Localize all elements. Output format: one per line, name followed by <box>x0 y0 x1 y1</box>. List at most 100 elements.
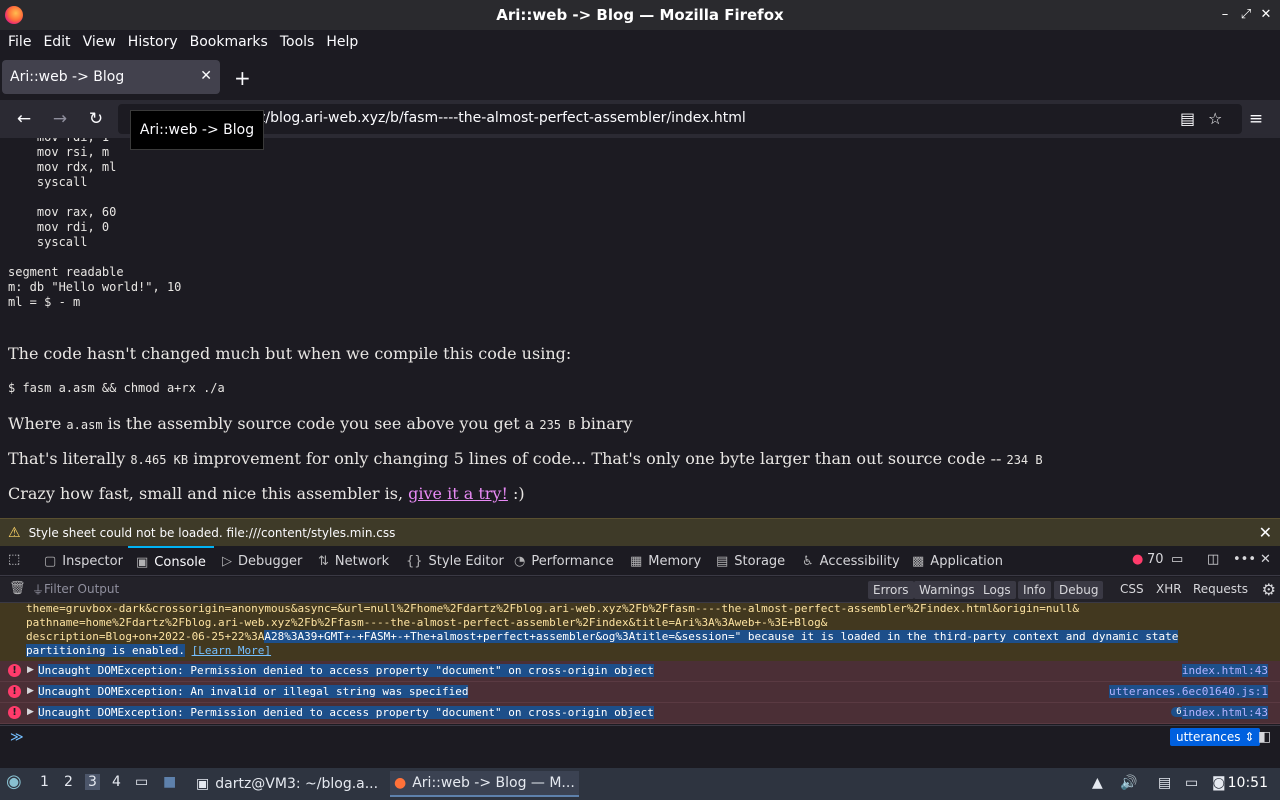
new-tab-icon[interactable]: + <box>234 66 251 90</box>
warning-line: description=Blog+on+2022-06-25+22%3AA28%… <box>26 630 1179 643</box>
inspector-icon: ▢ <box>44 553 57 569</box>
app-menu-icon[interactable]: ≡ <box>1246 109 1266 129</box>
filter-logs-button[interactable]: Logs <box>978 581 1016 599</box>
error-source-link[interactable]: utterances.6ec01640.js:1 <box>1109 685 1268 698</box>
warning-icon: ⚠ <box>8 524 21 541</box>
console-error-row[interactable]: ! ▶ Uncaught DOMException: Permission de… <box>0 703 1280 724</box>
tab-inspector[interactable]: ▢ Inspector <box>44 546 123 576</box>
paragraph-1: The code hasn't changed much but when we… <box>8 344 572 363</box>
p3-text-a: That's literally <box>8 449 131 468</box>
filter-warnings-button[interactable]: Warnings <box>914 581 980 599</box>
menu-tools[interactable]: Tools <box>274 34 321 50</box>
error-text: Uncaught DOMException: Permission denied… <box>38 706 654 719</box>
error-source-link[interactable]: index.html:43 <box>1181 664 1268 677</box>
notifications-icon[interactable]: ◙ <box>1212 775 1226 791</box>
application-icon: ▩ <box>912 553 925 569</box>
filter-css-button[interactable]: CSS <box>1120 582 1144 596</box>
warning-line-selected: partitioning is enabled. <box>26 644 185 657</box>
close-icon[interactable]: ✕ <box>1256 5 1276 25</box>
file-manager-icon[interactable]: ▭ <box>135 774 148 790</box>
tab-style-editor[interactable]: {} Style Editor <box>406 546 504 576</box>
workspace-2[interactable]: 2 <box>64 774 73 790</box>
clipboard-icon[interactable]: ▤ <box>1158 775 1171 791</box>
paragraph-3: That's literally 8.465 KB improvement fo… <box>8 449 1043 468</box>
error-icon: ! <box>8 685 21 698</box>
filter-input[interactable]: Filter Output <box>44 582 119 596</box>
filter-errors-button[interactable]: Errors <box>868 581 914 599</box>
more-options-icon[interactable]: ••• <box>1233 552 1256 567</box>
debugger-icon: ▷ <box>222 553 232 569</box>
menu-bookmarks[interactable]: Bookmarks <box>184 34 274 50</box>
filter-xhr-button[interactable]: XHR <box>1156 582 1182 596</box>
clear-console-icon[interactable]: 🗑 <box>9 581 26 596</box>
workspace-4[interactable]: 4 <box>112 774 121 790</box>
network-icon: ⇅ <box>318 553 329 569</box>
forward-icon[interactable]: → <box>50 109 70 129</box>
clock: 10:51 <box>1227 775 1268 791</box>
url-bar[interactable]: z/blog.ari-web.xyz/b/fasm----the-almost-… <box>118 104 1242 134</box>
tab-network[interactable]: ⇅ Network <box>318 546 389 576</box>
command-line: $ fasm a.asm && chmod a+rx ./a <box>8 381 225 395</box>
give-it-a-try-link[interactable]: give it a try! <box>408 484 508 503</box>
tray-up-icon[interactable]: ▲ <box>1092 775 1103 791</box>
dock-options-icon[interactable]: ◫ <box>1207 552 1219 567</box>
performance-icon: ◔ <box>514 553 526 569</box>
menu-view[interactable]: View <box>77 34 122 50</box>
terminal-icon: ▣ <box>196 776 210 792</box>
warning-line: theme=gruvbox-dark&crossorigin=anonymous… <box>26 603 1079 615</box>
error-count-icon[interactable]: ● <box>1132 552 1143 567</box>
browser-task[interactable]: ● Ari::web -> Blog — M... <box>390 771 579 797</box>
console-input[interactable]: ≫ utterances ⇕ ◧ <box>0 725 1280 768</box>
console-error-row[interactable]: ! ▶ Uncaught DOMException: An invalid or… <box>0 682 1280 703</box>
bookmark-star-icon[interactable]: ☆ <box>1208 109 1222 128</box>
terminal-task[interactable]: ▣ dartz@VM3: ~/blog.a... <box>192 771 382 797</box>
expand-arrow-icon[interactable]: ▶ <box>27 686 34 696</box>
reload-icon[interactable]: ↻ <box>86 109 106 129</box>
back-icon[interactable]: ← <box>14 109 34 129</box>
tab-performance[interactable]: ◔ Performance <box>514 546 614 576</box>
console-settings-icon[interactable]: ⚙ <box>1262 580 1276 599</box>
tab-storage[interactable]: ▤ Storage <box>716 546 785 576</box>
tab-console[interactable]: ▣ Console <box>128 546 214 576</box>
sidebar-toggle-icon[interactable]: ◧ <box>1258 729 1271 745</box>
display-icon[interactable]: ▭ <box>1185 775 1198 791</box>
workspace-3[interactable]: 3 <box>85 774 100 790</box>
warning-close-icon[interactable]: ✕ <box>1259 523 1272 542</box>
p2-code-file: a.asm <box>66 418 103 432</box>
tab-label: Ari::web -> Blog <box>10 69 125 85</box>
tab-application[interactable]: ▩ Application <box>912 546 1003 576</box>
error-source-link[interactable]: index.html:43 <box>1181 706 1268 719</box>
filter-requests-button[interactable]: Requests <box>1193 582 1248 596</box>
tab-debugger[interactable]: ▷ Debugger <box>222 546 302 576</box>
console-error-row[interactable]: ! ▶ Uncaught DOMException: Permission de… <box>0 661 1280 682</box>
maximize-icon[interactable]: ⤢ <box>1236 5 1256 25</box>
error-count[interactable]: 70 <box>1147 552 1164 567</box>
responsive-design-icon[interactable]: ▭ <box>1171 552 1183 567</box>
tab-blog[interactable]: Ari::web -> Blog ✕ <box>2 60 220 94</box>
context-selector[interactable]: utterances ⇕ <box>1170 728 1261 746</box>
tab-storage-label: Storage <box>734 553 786 569</box>
tab-close-icon[interactable]: ✕ <box>200 68 212 84</box>
menu-file[interactable]: File <box>2 34 37 50</box>
expand-arrow-icon[interactable]: ▶ <box>27 665 34 675</box>
element-picker-icon[interactable]: ⬚ <box>8 552 20 567</box>
workspace-1[interactable]: 1 <box>40 774 49 790</box>
tab-memory[interactable]: ▦ Memory <box>630 546 701 576</box>
volume-icon[interactable]: 🔊 <box>1120 775 1137 791</box>
filter-debug-button[interactable]: Debug <box>1054 581 1104 599</box>
tab-accessibility[interactable]: ♿ Accessibility <box>802 546 900 576</box>
start-menu-icon[interactable]: ◉ <box>6 771 22 792</box>
url-text[interactable]: z/blog.ari-web.xyz/b/fasm----the-almost-… <box>258 110 746 126</box>
devtools-close-icon[interactable]: ✕ <box>1260 552 1271 567</box>
p4-text-b: :) <box>507 484 525 503</box>
filter-info-button[interactable]: Info <box>1018 581 1051 599</box>
console-prompt-icon: ≫ <box>10 730 24 745</box>
desktop-icon[interactable]: ■ <box>163 774 176 790</box>
menu-edit[interactable]: Edit <box>37 34 76 50</box>
reader-view-icon[interactable]: ▤ <box>1180 109 1195 128</box>
expand-arrow-icon[interactable]: ▶ <box>27 707 34 717</box>
learn-more-link[interactable]: [Learn More] <box>192 644 271 657</box>
menu-help[interactable]: Help <box>320 34 364 50</box>
menu-history[interactable]: History <box>122 34 184 50</box>
minimize-icon[interactable]: – <box>1215 5 1235 25</box>
